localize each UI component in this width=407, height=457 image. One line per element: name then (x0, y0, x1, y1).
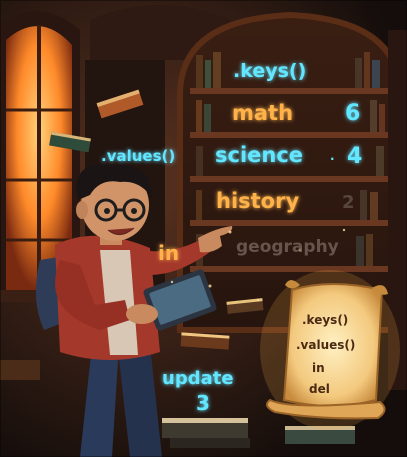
key-geography: geography (236, 237, 339, 257)
values-call: .values() (101, 147, 175, 165)
scroll-line-4: del (309, 382, 330, 396)
value-math: 6 (345, 101, 360, 126)
update-value: 3 (196, 391, 210, 415)
in-keyword: in (158, 241, 179, 265)
update-label: update (162, 368, 234, 389)
key-science: science (215, 143, 303, 167)
dot-separator: · (330, 152, 335, 166)
library-scene: .keys() math 6 .values() science · 4 his… (0, 0, 407, 457)
scroll-line-2: .values() (296, 338, 355, 352)
keys-title: .keys() (233, 60, 306, 82)
key-history: history (216, 189, 299, 213)
scene-svg: .keys() math 6 .values() science · 4 his… (0, 0, 407, 457)
scroll-line-3: in (312, 361, 325, 375)
value-history: 2 (342, 192, 355, 213)
value-science: 4 (347, 144, 362, 169)
key-math: math (232, 101, 293, 125)
scroll-line-1: .keys() (302, 313, 348, 327)
